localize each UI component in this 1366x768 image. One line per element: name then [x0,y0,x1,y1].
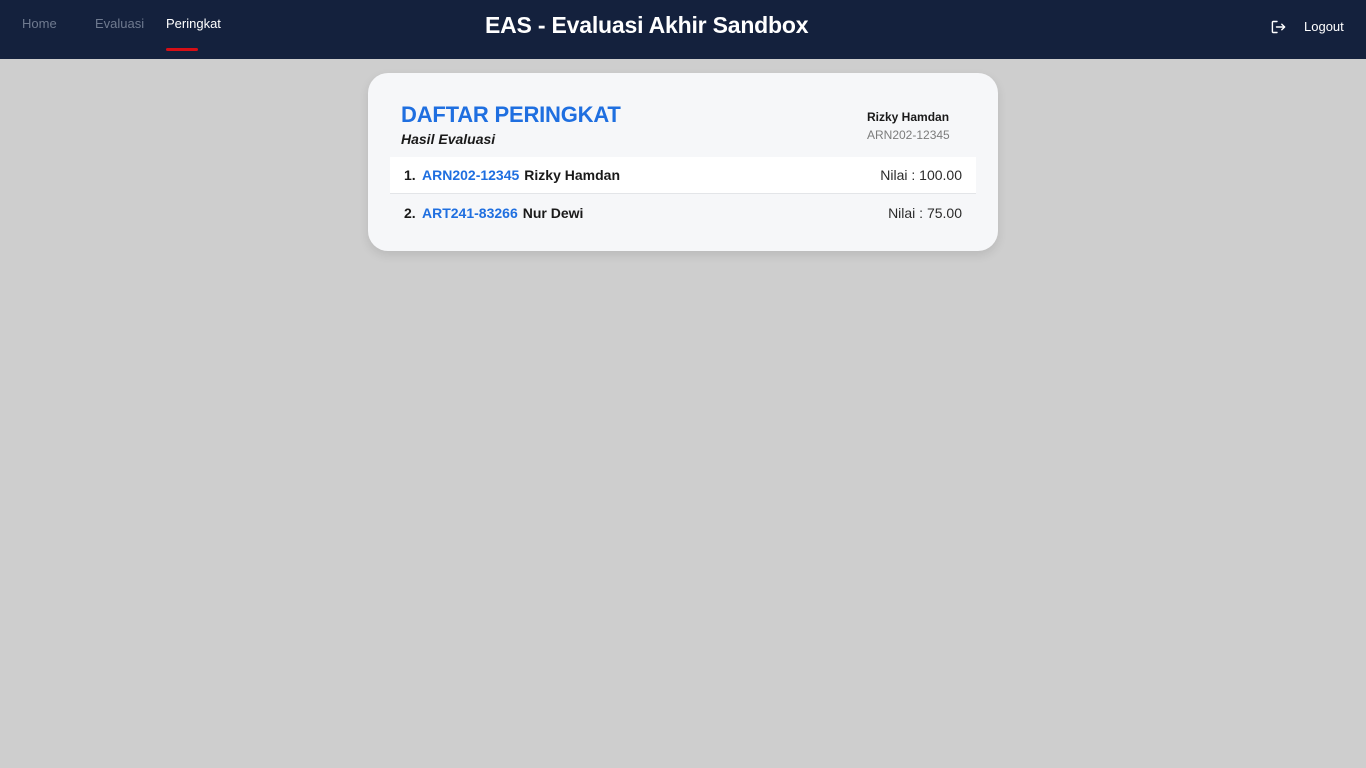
nav-evaluasi[interactable]: Evaluasi [95,16,144,31]
nav-peringkat[interactable]: Peringkat [166,16,221,31]
ranking-row: 2. ART241-83266 Nur Dewi Nilai : 75.00 [390,194,976,231]
nav-home[interactable]: Home [22,16,57,31]
card-title: DAFTAR PERINGKAT [401,102,621,127]
active-tab-indicator [166,48,198,51]
participant-id-link[interactable]: ARN202-12345 [422,167,519,183]
rank-number: 1. [404,167,416,183]
rank-number: 2. [404,204,416,221]
logout-icon [1271,20,1286,34]
ranking-row: 1. ARN202-12345 Rizky Hamdan Nilai : 100… [390,157,976,194]
logout-label: Logout [1304,19,1344,34]
top-navbar: Home Evaluasi Peringkat EAS - Evaluasi A… [0,0,1366,59]
card-subtitle: Hasil Evaluasi [401,131,496,147]
participant-name: Nur Dewi [522,204,584,221]
current-user-name: Rizky Hamdan [867,110,950,124]
participant-id-link[interactable]: ART241-83266 [422,205,518,221]
participant-score: Nilai : 75.00 [888,204,962,221]
participant-name: Rizky Hamdan [524,167,620,183]
app-title: EAS - Evaluasi Akhir Sandbox [485,12,809,38]
current-user-id: ARN202-12345 [867,128,950,142]
ranking-card: DAFTAR PERINGKAT Hasil Evaluasi Rizky Ha… [368,73,998,251]
logout-button[interactable]: Logout [1271,19,1344,34]
participant-score: Nilai : 100.00 [880,167,962,183]
